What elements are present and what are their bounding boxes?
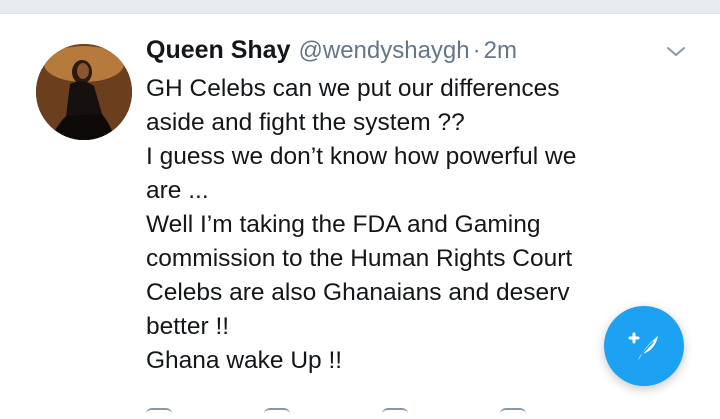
chevron-down-icon[interactable] — [664, 40, 688, 64]
reply-icon[interactable] — [146, 408, 172, 419]
compose-tweet-button[interactable] — [604, 306, 684, 386]
tweet-card[interactable]: Queen Shay @wendyshaygh · 2m GH Celebs c… — [0, 14, 720, 419]
tweet-text-line: I guess we don’t know how powerful we — [146, 143, 577, 170]
tweet-text-line: aside and fight the system ?? — [146, 109, 465, 136]
like-icon[interactable] — [382, 408, 408, 419]
separator-dot: · — [472, 37, 481, 64]
tweet-actions-bar — [146, 408, 666, 419]
share-icon[interactable] — [500, 408, 526, 419]
tweet-text-line: GH Celebs can we put our differences — [146, 75, 560, 102]
timestamp[interactable]: 2m — [484, 37, 517, 65]
tweet-text-line: Well I’m taking the FDA and Gaming — [146, 211, 541, 238]
tweet-text-line: commission to the Human Rights Court — [146, 245, 573, 272]
tweet-text: GH Celebs can we put our differences asi… — [146, 72, 666, 378]
display-name[interactable]: Queen Shay — [146, 36, 291, 65]
tweet-header: Queen Shay @wendyshaygh · 2m — [146, 36, 517, 70]
avatar[interactable] — [36, 44, 132, 140]
top-bar — [0, 0, 720, 14]
tweet-text-line: Ghana wake Up !! — [146, 347, 343, 374]
avatar-image — [36, 44, 132, 140]
compose-tweet-icon — [628, 332, 658, 360]
tweet-text-line: better !! — [146, 313, 230, 340]
user-handle[interactable]: @wendyshaygh — [299, 37, 470, 65]
tweet-text-line: Celebs are also Ghanaians and deserv — [146, 279, 570, 306]
tweet-text-line: are ... — [146, 177, 209, 204]
retweet-icon[interactable] — [264, 408, 290, 419]
